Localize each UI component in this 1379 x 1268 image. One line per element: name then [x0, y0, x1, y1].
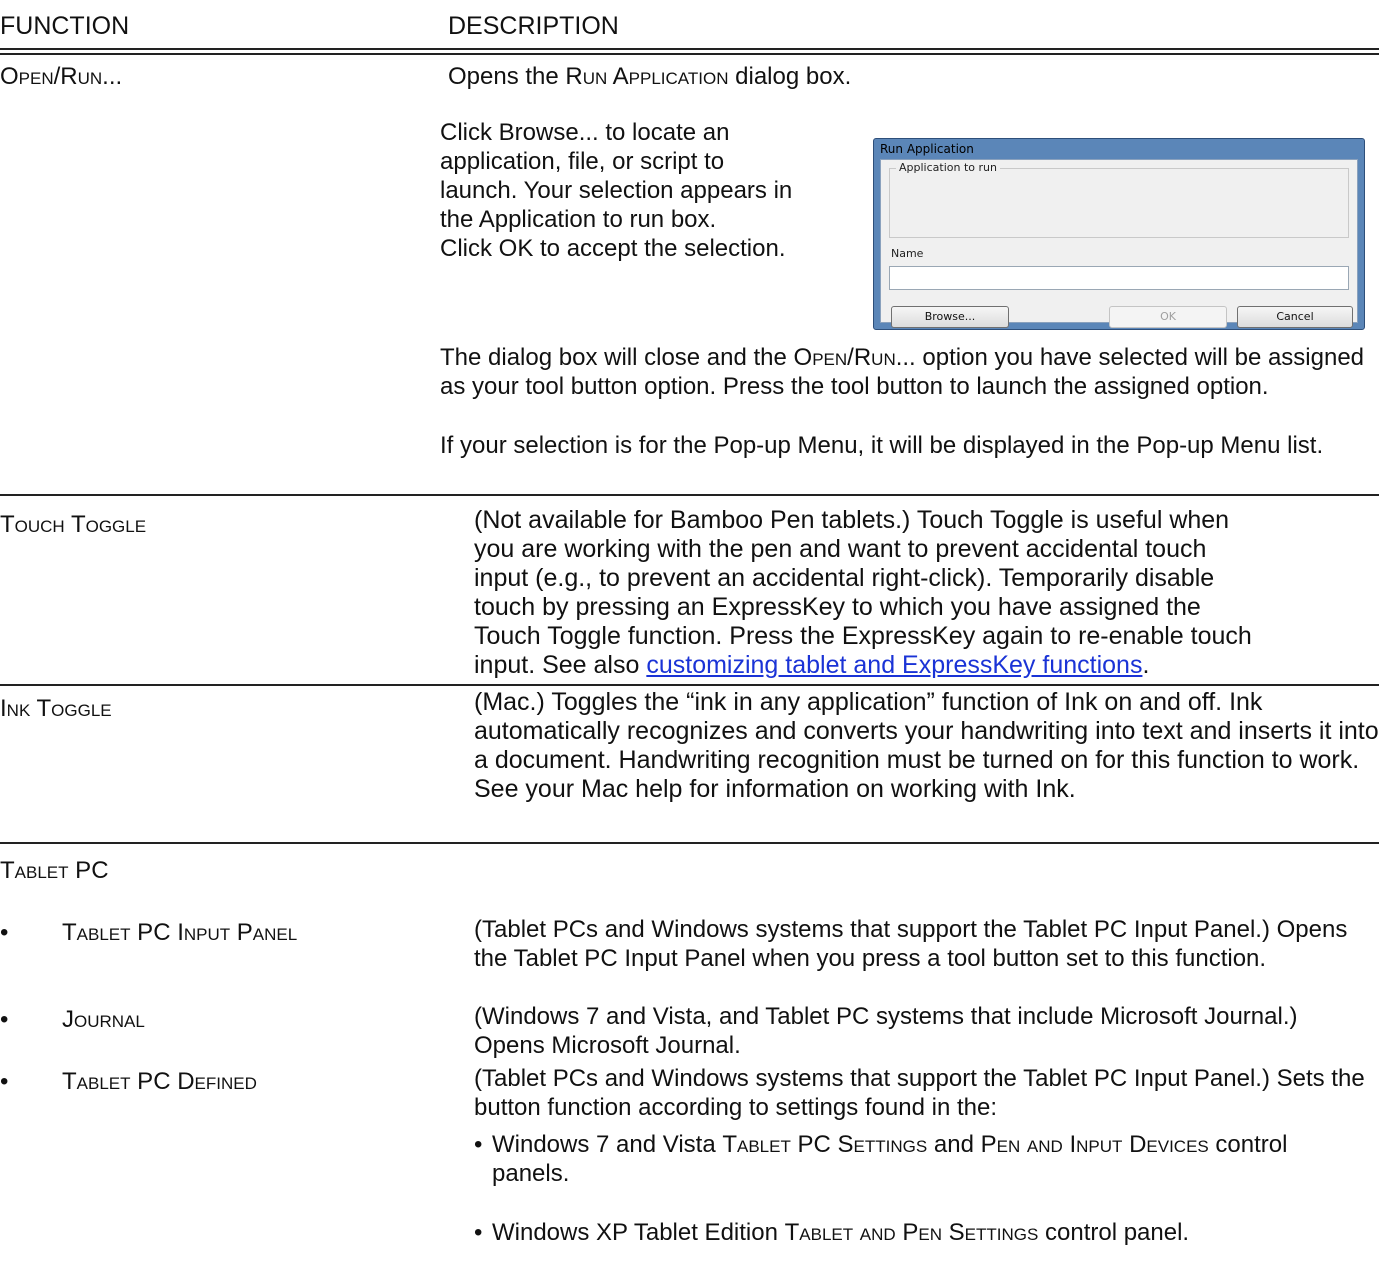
row-rule: [0, 684, 1379, 686]
tablet-pc-settings-item: Windows 7 and Vista Tablet PC Settings a…: [492, 1131, 1288, 1187]
bullet: •: [0, 1068, 9, 1095]
open-run-intro: Opens the Run Application dialog box.: [448, 63, 852, 90]
tablet-pc-input-panel-description: (Tablet PCs and Windows systems that sup…: [474, 916, 1348, 972]
sub-bullet: •: [474, 1131, 483, 1158]
row-rule: [0, 494, 1379, 496]
touch-toggle-description: (Not available for Bamboo Pen tablets.) …: [474, 506, 1252, 679]
header-rule-top: [0, 48, 1379, 50]
column-header-description: DESCRIPTION: [448, 12, 619, 40]
open-run-instructions: Click Browse... to locate an application…: [440, 119, 793, 262]
function-ink-toggle: Ink Toggle: [0, 695, 112, 722]
ok-button[interactable]: OK: [1109, 306, 1227, 328]
name-label: Name: [891, 247, 924, 260]
function-tablet-pc: Tablet PC: [0, 857, 109, 884]
row-rule: [0, 842, 1379, 844]
cancel-button[interactable]: Cancel: [1237, 306, 1353, 328]
run-application-dialog: Run Application Application to run Name …: [873, 138, 1365, 330]
application-to-run-label: Application to run: [896, 160, 1000, 176]
header-rule-bottom: [0, 53, 1379, 55]
function-open-run: Open/Run...: [0, 63, 123, 90]
tablet-and-pen-settings-item: Windows XP Tablet Edition Tablet and Pen…: [492, 1219, 1190, 1246]
open-run-close-text: The dialog box will close and the Open/R…: [440, 344, 1365, 400]
sub-bullet: •: [474, 1219, 483, 1246]
bullet: •: [0, 919, 9, 946]
open-run-popup-text: If your selection is for the Pop-up Menu…: [440, 432, 1324, 459]
bullet: •: [0, 1006, 9, 1033]
application-to-run-group: Application to run: [889, 160, 1349, 238]
function-tablet-pc-defined: Tablet PC Defined: [62, 1068, 257, 1095]
column-header-function: FUNCTION: [0, 12, 130, 40]
dialog-title: Run Application: [880, 142, 974, 156]
journal-description: (Windows 7 and Vista, and Tablet PC syst…: [474, 1003, 1298, 1059]
function-touch-toggle: Touch Toggle: [0, 511, 147, 538]
name-input[interactable]: [889, 266, 1349, 290]
tablet-pc-defined-description: (Tablet PCs and Windows systems that sup…: [474, 1065, 1365, 1121]
ink-toggle-description: (Mac.) Toggles the “ink in any applicati…: [474, 688, 1379, 803]
function-journal: Journal: [62, 1006, 145, 1033]
customizing-functions-link[interactable]: customizing tablet and ExpressKey functi…: [646, 651, 1142, 679]
browse-button[interactable]: Browse...: [891, 306, 1009, 328]
dialog-body: Application to run Name Browse... OK Can…: [880, 159, 1358, 328]
function-tablet-pc-input-panel: Tablet PC Input Panel: [62, 919, 298, 946]
